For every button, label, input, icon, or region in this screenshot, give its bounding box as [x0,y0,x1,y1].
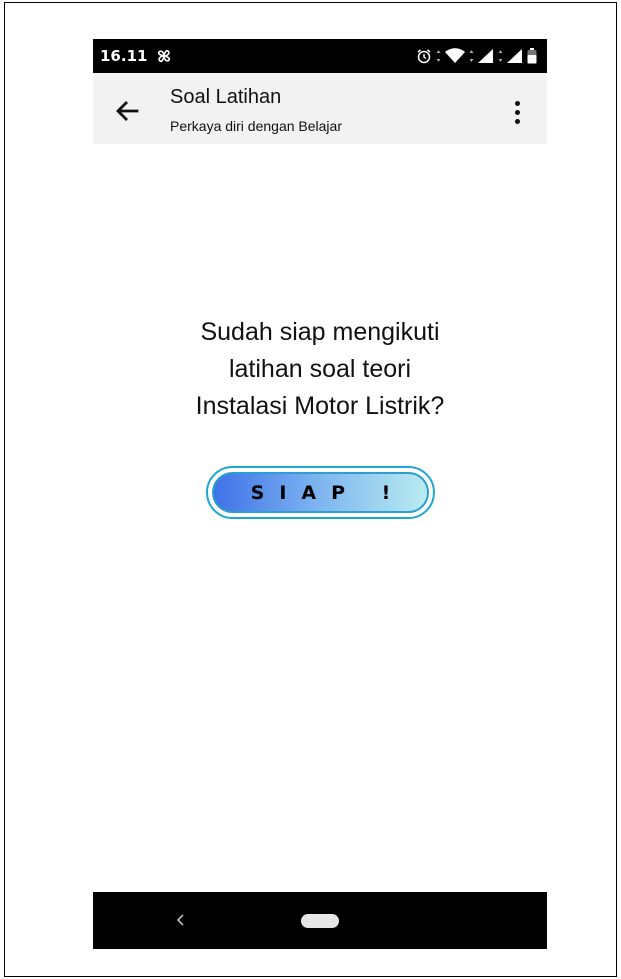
nav-back-icon [176,914,184,926]
status-bar: 16.11 [93,39,547,73]
question-line: latihan soal teori [228,355,412,383]
pinwheel-icon [155,47,173,65]
signal-icon [478,48,494,64]
status-time: 16.11 [100,47,148,65]
app-bar: Soal Latihan Perkaya diri dengan Belajar [93,73,547,144]
data-arrows-icon [436,49,441,63]
signal-icon [507,48,523,64]
battery-icon [527,48,537,64]
back-arrow-icon [116,101,139,121]
phone-screen: 16.11 Soal Latihan Perkaya diri dengan B… [93,39,547,949]
home-pill-icon[interactable] [301,914,339,928]
more-vert-icon [514,100,520,106]
question-text: Sudah siap mengikuti latihan soal teori … [93,314,547,425]
navigation-bar [93,892,547,949]
status-icons [416,48,537,64]
wifi-icon [445,48,465,64]
page-subtitle: Perkaya diri dengan Belajar [170,118,342,134]
page-title: Soal Latihan [170,86,282,108]
ready-button-outline: SIAP ! [206,466,435,519]
screenshot-frame: 16.11 Soal Latihan Perkaya diri dengan B… [4,2,617,977]
overflow-menu-button[interactable] [507,95,527,129]
back-button[interactable] [113,97,141,125]
question-line: Sudah siap mengikuti [200,318,440,346]
ready-button[interactable]: SIAP ! [212,472,429,513]
data-arrows-icon [469,49,474,63]
question-line: Instalasi Motor Listrik? [195,392,445,420]
main-content: Sudah siap mengikuti latihan soal teori … [93,144,547,892]
nav-back-button[interactable] [173,910,189,930]
alarm-icon [416,48,432,64]
data-arrows-icon [498,49,503,63]
